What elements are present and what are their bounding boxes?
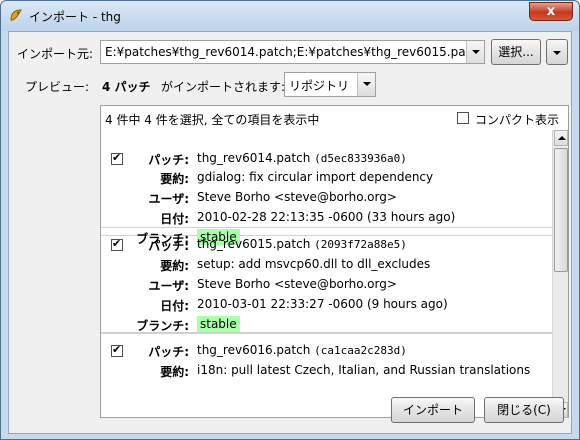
preview-summary: がインポートされます:: [161, 80, 286, 94]
date-field-label: 日付:: [160, 212, 189, 226]
branch-badge: stable: [197, 316, 240, 332]
chevron-down-icon: [553, 51, 561, 55]
import-target-select[interactable]: リポジトリ: [284, 72, 376, 97]
patch-summary: gdialog: fix circular import dependency: [197, 170, 434, 184]
tortoisehg-app-icon: [10, 9, 22, 21]
close-window-button[interactable]: x: [529, 2, 573, 21]
branch-field-label: ブランチ:: [136, 319, 189, 333]
user-field-label: ユーザ:: [148, 279, 189, 293]
summary-field-label: 要約:: [160, 259, 189, 273]
source-path-value: E:¥patches¥thg_rev6014.patch;E:¥patches¥…: [105, 45, 466, 59]
browse-button[interactable]: 選択...: [491, 39, 541, 65]
chevron-up-icon: [558, 136, 566, 140]
close-icon: x: [546, 4, 556, 19]
chevron-down-icon[interactable]: [357, 73, 375, 96]
dialog-body: インポート元: E:¥patches¥thg_rev6014.patch;E:¥…: [8, 31, 572, 434]
patch-hash: (2093f72a88e5): [314, 238, 407, 251]
patch-summary: setup: add msvcp60.dll to dll_excludes: [197, 257, 431, 271]
patch-field-label: パッチ:: [148, 345, 189, 359]
title-bar[interactable]: インポート - thg x: [1, 1, 579, 31]
import-dialog-window: インポート - thg x インポート元: E:¥patches¥thg_rev…: [0, 0, 580, 440]
import-button[interactable]: インポート: [391, 397, 475, 423]
patch-hash: (ca1caa2c283d): [314, 344, 407, 357]
browse-menu-button[interactable]: [546, 39, 568, 65]
patch-field-label: パッチ:: [148, 239, 189, 253]
patch-filename: thg_rev6014.patch (d5ec833936a0): [197, 151, 407, 165]
patch-preview-panel: 4 件中 4 件を選択, 全ての項目を表示中 コンパクト表示 パッチ: thg_…: [100, 105, 569, 418]
source-path-combo[interactable]: E:¥patches¥thg_rev6014.patch;E:¥patches¥…: [100, 40, 485, 64]
scroll-thumb[interactable]: [554, 148, 568, 272]
patch-filename: thg_rev6015.patch (2093f72a88e5): [197, 237, 407, 251]
source-label: インポート元:: [17, 47, 94, 61]
patch-field-label: パッチ:: [148, 153, 189, 167]
patch-date: 2010-02-28 22:13:35 -0600 (33 hours ago): [197, 210, 456, 224]
compact-view-label[interactable]: コンパクト表示: [475, 111, 559, 128]
patch-list: パッチ: thg_rev6014.patch (d5ec833936a0) 要約…: [101, 130, 552, 418]
close-button[interactable]: 閉じる(C): [484, 397, 564, 423]
chevron-down-icon[interactable]: [466, 41, 484, 63]
import-target-value: リポジトリ: [289, 79, 350, 93]
compact-view-checkbox[interactable]: [457, 112, 469, 124]
scroll-up-button[interactable]: [554, 130, 568, 146]
patch-item: パッチ: thg_rev6014.patch (d5ec833936a0) 要約…: [101, 130, 552, 246]
patch-hash: (d5ec833936a0): [314, 152, 407, 165]
patch-list-scrollbar[interactable]: [552, 130, 568, 418]
date-field-label: 日付:: [160, 299, 189, 313]
preview-label: プレビュー:: [25, 80, 90, 94]
patch-list-header: 4 件中 4 件を選択, 全ての項目を表示中 コンパクト表示: [101, 106, 568, 130]
patch-date: 2010-03-01 22:33:27 -0600 (9 hours ago): [197, 297, 448, 311]
selection-status: 4 件中 4 件を選択, 全ての項目を表示中: [105, 113, 320, 127]
patch-filename: thg_rev6016.patch (ca1caa2c283d): [197, 343, 407, 357]
patch-user: Steve Borho <steve@borho.org>: [197, 190, 397, 204]
patch-summary: i18n: pull latest Czech, Italian, and Ru…: [197, 363, 531, 377]
window-title: インポート - thg: [29, 10, 121, 24]
patch-user: Steve Borho <steve@borho.org>: [197, 277, 397, 291]
preview-count: 4 パッチ: [102, 80, 151, 94]
summary-field-label: 要約:: [160, 365, 189, 379]
user-field-label: ユーザ:: [148, 192, 189, 206]
patch-item: パッチ: thg_rev6015.patch (2093f72a88e5) 要約…: [101, 227, 552, 333]
summary-field-label: 要約:: [160, 172, 189, 186]
